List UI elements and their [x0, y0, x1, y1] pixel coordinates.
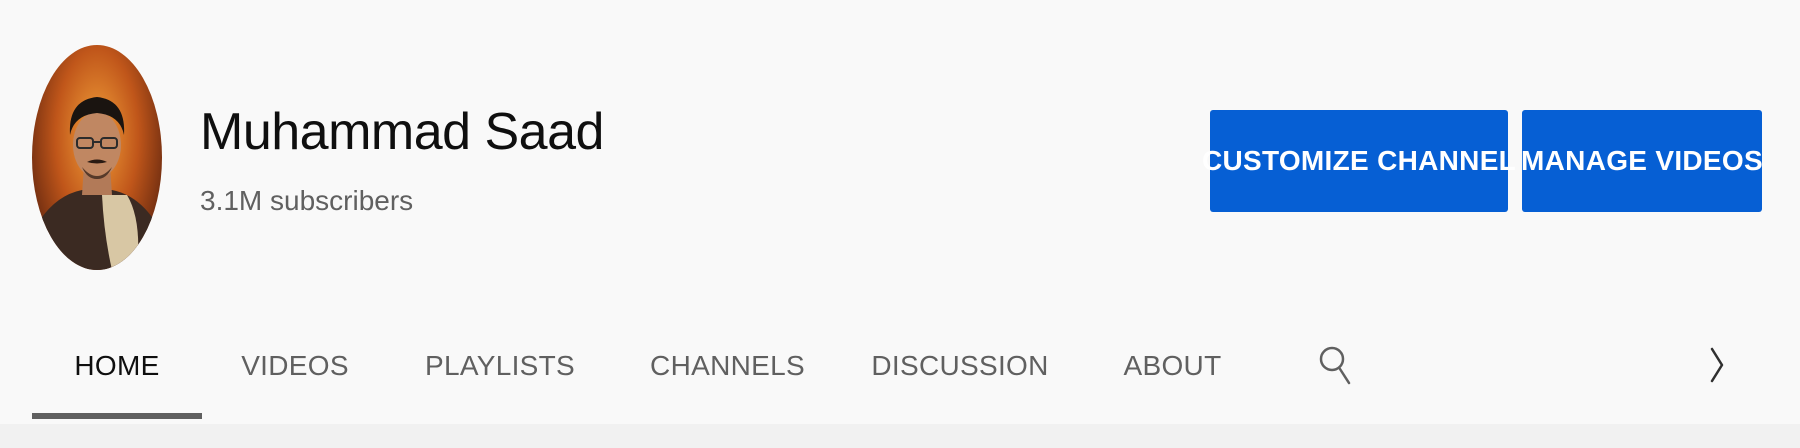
channel-name: Muhammad Saad — [200, 103, 604, 161]
tab-home[interactable]: HOME — [32, 310, 202, 422]
search-icon — [1319, 346, 1351, 385]
tab-channels[interactable]: CHANNELS — [650, 310, 805, 422]
channel-header: Muhammad Saad 3.1M subscribers CUSTOMIZE… — [0, 0, 1800, 290]
content-area-edge — [0, 424, 1800, 448]
channel-avatar[interactable] — [32, 45, 162, 270]
active-tab-indicator — [32, 413, 202, 419]
manage-videos-button[interactable]: MANAGE VIDEOS — [1521, 110, 1763, 212]
search-channel-button[interactable] — [1310, 332, 1360, 398]
channel-page: Muhammad Saad 3.1M subscribers CUSTOMIZE… — [0, 0, 1800, 448]
next-tabs-button[interactable] — [1695, 332, 1739, 398]
channel-tabs: HOME VIDEOS PLAYLISTS CHANNELS DISCUSSIO… — [0, 310, 1800, 422]
tab-about[interactable]: ABOUT — [1120, 310, 1225, 422]
avatar-portrait-icon — [37, 97, 157, 270]
tab-playlists[interactable]: PLAYLISTS — [425, 310, 575, 422]
chevron-right-icon — [1710, 347, 1724, 383]
tab-videos[interactable]: VIDEOS — [230, 310, 360, 422]
tab-discussion[interactable]: DISCUSSION — [871, 310, 1048, 422]
customize-channel-button[interactable]: CUSTOMIZE CHANNEL — [1202, 110, 1516, 212]
subscriber-count: 3.1M subscribers — [200, 185, 414, 216]
